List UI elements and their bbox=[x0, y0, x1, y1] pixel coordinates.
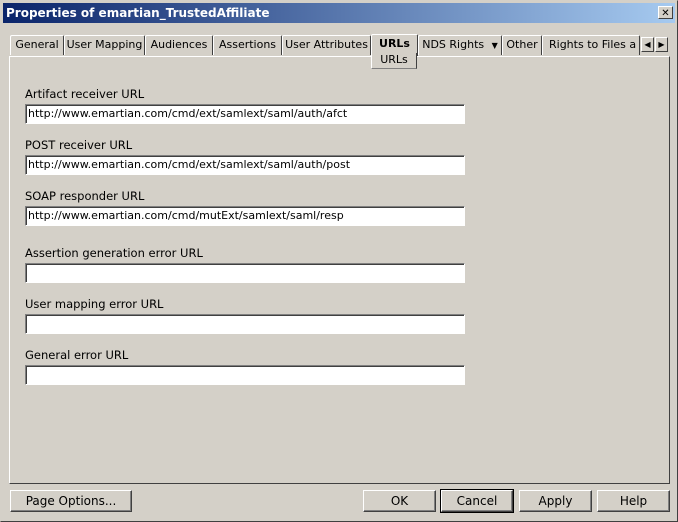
apply-button[interactable]: Apply bbox=[519, 490, 592, 512]
artifact-receiver-url-label: Artifact receiver URL bbox=[25, 87, 145, 101]
cancel-button[interactable]: Cancel bbox=[440, 489, 514, 513]
assertion-generation-error-url-input[interactable] bbox=[25, 263, 465, 283]
tab-user-mapping[interactable]: User Mapping bbox=[64, 35, 145, 55]
tab-label: Other bbox=[506, 38, 538, 51]
tab-audiences[interactable]: Audiences bbox=[145, 35, 213, 55]
tab-other[interactable]: Other bbox=[502, 35, 542, 55]
tab-label: User Attributes bbox=[285, 38, 368, 51]
help-button[interactable]: Help bbox=[597, 490, 670, 512]
tab-assertions[interactable]: Assertions bbox=[213, 35, 282, 55]
tab-label: General bbox=[15, 38, 59, 51]
post-receiver-url-input[interactable]: http://www.emartian.com/cmd/ext/samlext/… bbox=[25, 155, 465, 175]
soap-responder-url-input[interactable]: http://www.emartian.com/cmd/mutExt/samle… bbox=[25, 206, 465, 226]
tab-scroll-left-button[interactable]: ◀ bbox=[641, 37, 654, 52]
title-bar: Properties of emartian_TrustedAffiliate … bbox=[3, 3, 675, 23]
page-options-button[interactable]: Page Options... bbox=[10, 490, 132, 512]
tab-strip: General User Mapping Audiences Assertion… bbox=[10, 34, 640, 56]
active-tab-sublabel: URLs bbox=[371, 53, 417, 69]
chevron-down-icon: ▼ bbox=[491, 41, 498, 50]
close-icon: ✕ bbox=[661, 8, 670, 19]
tab-rights-to-files[interactable]: Rights to Files a bbox=[542, 35, 640, 55]
tab-label: Assertions bbox=[218, 38, 277, 51]
user-mapping-error-url-label: User mapping error URL bbox=[25, 297, 164, 311]
artifact-receiver-url-input[interactable]: http://www.emartian.com/cmd/ext/samlext/… bbox=[25, 104, 465, 124]
window-title: Properties of emartian_TrustedAffiliate bbox=[6, 6, 270, 20]
tab-label: User Mapping bbox=[66, 38, 143, 51]
tab-label: Audiences bbox=[150, 38, 208, 51]
arrow-right-icon: ▶ bbox=[658, 40, 665, 49]
close-button[interactable]: ✕ bbox=[658, 6, 673, 19]
user-mapping-error-url-input[interactable] bbox=[25, 314, 465, 334]
general-error-url-input[interactable] bbox=[25, 365, 465, 385]
soap-responder-url-label: SOAP responder URL bbox=[25, 189, 145, 203]
post-receiver-url-label: POST receiver URL bbox=[25, 138, 133, 152]
properties-dialog: Properties of emartian_TrustedAffiliate … bbox=[0, 0, 678, 522]
tab-scroll-right-button[interactable]: ▶ bbox=[655, 37, 668, 52]
tab-label: URLs bbox=[379, 37, 410, 50]
tab-label: Rights to Files a bbox=[549, 38, 637, 51]
tab-label: NDS Rights bbox=[422, 38, 485, 51]
tab-nds-rights[interactable]: NDS Rights ▼ bbox=[418, 35, 502, 55]
ok-button[interactable]: OK bbox=[363, 490, 436, 512]
tab-user-attributes[interactable]: User Attributes bbox=[282, 35, 371, 55]
arrow-left-icon: ◀ bbox=[644, 40, 651, 49]
general-error-url-label: General error URL bbox=[25, 348, 129, 362]
tab-general[interactable]: General bbox=[10, 35, 64, 55]
assertion-generation-error-url-label: Assertion generation error URL bbox=[25, 246, 203, 260]
